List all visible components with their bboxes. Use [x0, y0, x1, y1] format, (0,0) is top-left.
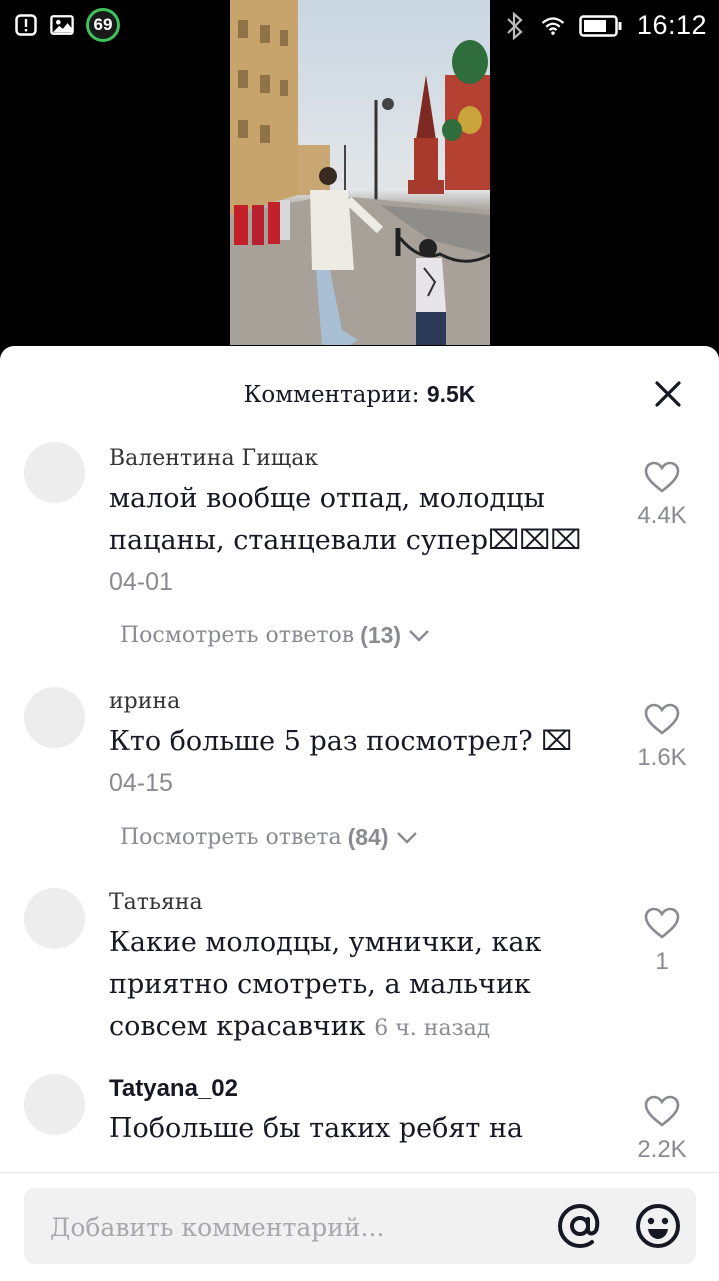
comment-author[interactable]: ирина [109, 687, 609, 717]
like-count: 2.2K [637, 1136, 687, 1163]
avatar[interactable] [24, 442, 85, 503]
comments-title-label: Комментарии: [243, 382, 420, 408]
comment-author[interactable]: Tatyana_02 [109, 1074, 609, 1104]
avatar[interactable] [24, 888, 85, 949]
heart-icon [644, 1095, 680, 1127]
comment-item: ирина Кто больше 5 раз посмотрел? ⌧ 04-1… [0, 662, 719, 864]
video-preview[interactable] [230, 0, 490, 345]
view-replies-button[interactable]: Посмотреть ответа (84) [120, 824, 419, 851]
comment-text: Кто больше 5 раз посмотрел? ⌧ [109, 726, 573, 757]
comments-title: Комментарии: 9.5K [0, 381, 719, 408]
mention-button[interactable] [556, 1202, 604, 1250]
app-badge-icon: 69 [86, 8, 120, 42]
heart-icon [644, 703, 680, 735]
emoji-button[interactable] [634, 1202, 682, 1250]
replies-count: (13) [360, 622, 402, 648]
like-button[interactable]: 1 [627, 906, 697, 976]
image-notification-icon [50, 13, 74, 37]
comment-input[interactable] [48, 1202, 552, 1252]
comment-date: 6 ч. назад [374, 1016, 491, 1041]
clock: 16:12 [636, 10, 707, 40]
chevron-down-icon [396, 831, 417, 844]
like-button[interactable]: 4.4K [627, 460, 697, 530]
comment-item: Tatyana_02 Побольше бы таких ребят на 2.… [0, 1060, 719, 1170]
comments-list[interactable]: Валентина Гищак малой вообще отпад, моло… [0, 422, 719, 1170]
comment-item: Татьяна Какие молодцы, умнички, как прия… [0, 864, 719, 1060]
avatar[interactable] [24, 1074, 85, 1135]
comments-sheet: Комментарии: 9.5K Валентина Гищак малой … [0, 346, 719, 1281]
view-replies-label: Посмотреть ответа [120, 825, 342, 850]
emoji-icon [636, 1204, 680, 1248]
like-count: 1 [655, 948, 669, 975]
alert-notification-icon [14, 13, 38, 37]
avatar[interactable] [24, 687, 85, 748]
comment-input-box[interactable] [24, 1188, 696, 1264]
wifi-icon [541, 14, 565, 38]
video-frame-image [230, 0, 490, 345]
like-button[interactable]: 2.2K [627, 1094, 697, 1164]
chevron-down-icon [409, 629, 429, 642]
comments-count: 9.5K [426, 381, 476, 407]
status-bar: 69 16:12 [0, 0, 719, 50]
comment-text: малой вообще отпад, молодцы пацаны, стан… [109, 483, 582, 556]
comment-author[interactable]: Валентина Гищак [109, 444, 609, 474]
at-icon [557, 1203, 600, 1249]
bluetooth-icon [503, 11, 527, 40]
battery-icon [579, 14, 623, 38]
like-button[interactable]: 1.6K [627, 702, 697, 772]
view-replies-button[interactable]: Посмотреть ответов (13) [120, 622, 431, 649]
like-count: 1.6K [637, 744, 687, 771]
replies-count: (84) [347, 824, 389, 850]
comment-date: 04-01 [109, 568, 173, 596]
heart-icon [644, 907, 680, 939]
comment-text: Побольше бы таких ребят на [109, 1113, 524, 1144]
close-button[interactable] [653, 379, 683, 409]
view-replies-label: Посмотреть ответов [120, 623, 355, 648]
comment-author[interactable]: Татьяна [109, 888, 569, 918]
comment-text: Какие молодцы, умнички, как приятно смот… [109, 922, 569, 1050]
comment-item: Валентина Гищак малой вообще отпад, моло… [0, 422, 719, 662]
comment-input-bar [0, 1172, 719, 1281]
comment-date: 04-15 [109, 769, 173, 797]
close-icon [655, 381, 681, 407]
like-count: 4.4K [637, 502, 687, 529]
heart-icon [644, 461, 680, 493]
